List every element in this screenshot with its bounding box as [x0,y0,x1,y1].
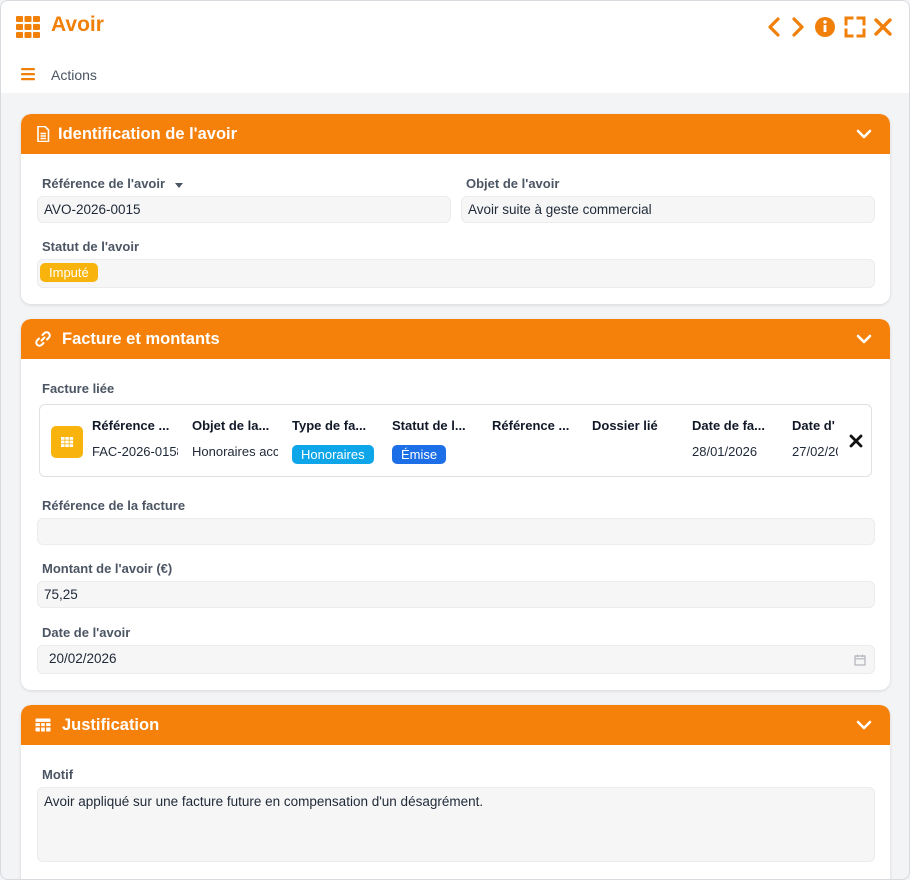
date-avoir-value: 20/02/2026 [49,651,117,666]
type-badge: Honoraires [292,445,374,464]
motif-textarea[interactable]: Avoir appliqué sur une facture future en… [37,787,875,862]
close-icon [874,18,892,36]
statut-badge: Émise [392,445,447,464]
linked-invoice-card[interactable]: Référence ... Objet de la... Type de fa.… [39,404,872,477]
col-header-reference: Référence ... [92,418,170,433]
col-header-date-echeance: Date d' [792,418,835,433]
col-header-dossier: Dossier lié [592,418,658,433]
fullscreen-button[interactable] [844,15,866,39]
motif-label: Motif [42,767,74,782]
reference-facture-label: Référence de la facture [42,498,186,513]
info-button[interactable] [814,15,836,39]
previous-button[interactable] [764,15,786,39]
top-bar: Avoir Actions [1,1,909,93]
cell-type: Honoraires [292,445,378,464]
section-justification: Justification Motif Avoir appliqué sur u… [21,705,890,879]
hamburger-menu-icon[interactable] [21,67,35,81]
montant-avoir-field[interactable]: 75,25 [37,581,875,608]
date-avoir-label: Date de l'avoir [42,625,131,640]
cell-objet: Honoraires accompagnement [192,444,278,459]
section-identification: Identification de l'avoir Référence de l… [21,114,890,304]
col-header-reference-2: Référence ... [492,418,570,433]
section-title: Identification de l'avoir [58,125,238,143]
reference-avoir-field[interactable]: AVO-2026-0015 [37,196,451,223]
chevron-down-icon[interactable] [856,127,872,141]
document-icon [37,126,50,142]
calendar-icon[interactable] [854,654,866,666]
table-icon [35,718,51,732]
section-facture-header[interactable]: Facture et montants [21,319,890,359]
cell-statut: Émise [392,445,478,464]
cell-date-facture: 28/01/2026 [692,444,758,459]
col-header-statut: Statut de l... [392,418,466,433]
statut-avoir-label: Statut de l'avoir [42,239,139,254]
chevron-right-icon [792,17,804,37]
close-window-button[interactable] [872,15,894,39]
section-title: Facture et montants [62,330,220,348]
chevron-left-icon [768,17,780,37]
facture-liee-label: Facture liée [42,381,115,396]
info-icon [815,17,835,37]
date-avoir-field[interactable]: 20/02/2026 [37,645,875,674]
window-title: Avoir [51,13,104,36]
objet-avoir-field[interactable]: Avoir suite à geste commercial [461,196,875,223]
status-badge-impute: Imputé [40,263,98,282]
col-header-date-facture: Date de fa... [692,418,765,433]
reference-facture-field[interactable] [37,518,875,545]
section-identification-header[interactable]: Identification de l'avoir [21,114,890,154]
link-icon [35,331,51,347]
cell-date-echeance: 27/02/2026 [792,444,838,459]
chevron-down-icon[interactable] [856,718,872,732]
remove-link-icon[interactable] [849,434,863,448]
caret-down-icon[interactable] [174,181,184,189]
actions-label[interactable]: Actions [51,67,97,83]
table-icon [51,426,83,458]
section-facture-montants: Facture et montants Facture liée Référen… [21,319,890,690]
next-button[interactable] [787,15,809,39]
section-title: Justification [62,716,160,734]
expand-icon [844,16,866,38]
grid-apps-icon[interactable] [16,16,40,38]
col-header-type: Type de fa... [292,418,367,433]
cell-reference: FAC-2026-0158 [92,444,178,459]
avoir-window: Avoir Actions Identification de l'avoir … [0,0,910,880]
section-justification-header[interactable]: Justification [21,705,890,745]
montant-avoir-label: Montant de l'avoir (€) [42,561,173,576]
col-header-objet: Objet de la... [192,418,270,433]
reference-avoir-label[interactable]: Référence de l'avoir [42,176,184,191]
chevron-down-icon[interactable] [856,332,872,346]
objet-avoir-label: Objet de l'avoir [466,176,560,191]
statut-avoir-field[interactable]: Imputé [37,259,875,288]
